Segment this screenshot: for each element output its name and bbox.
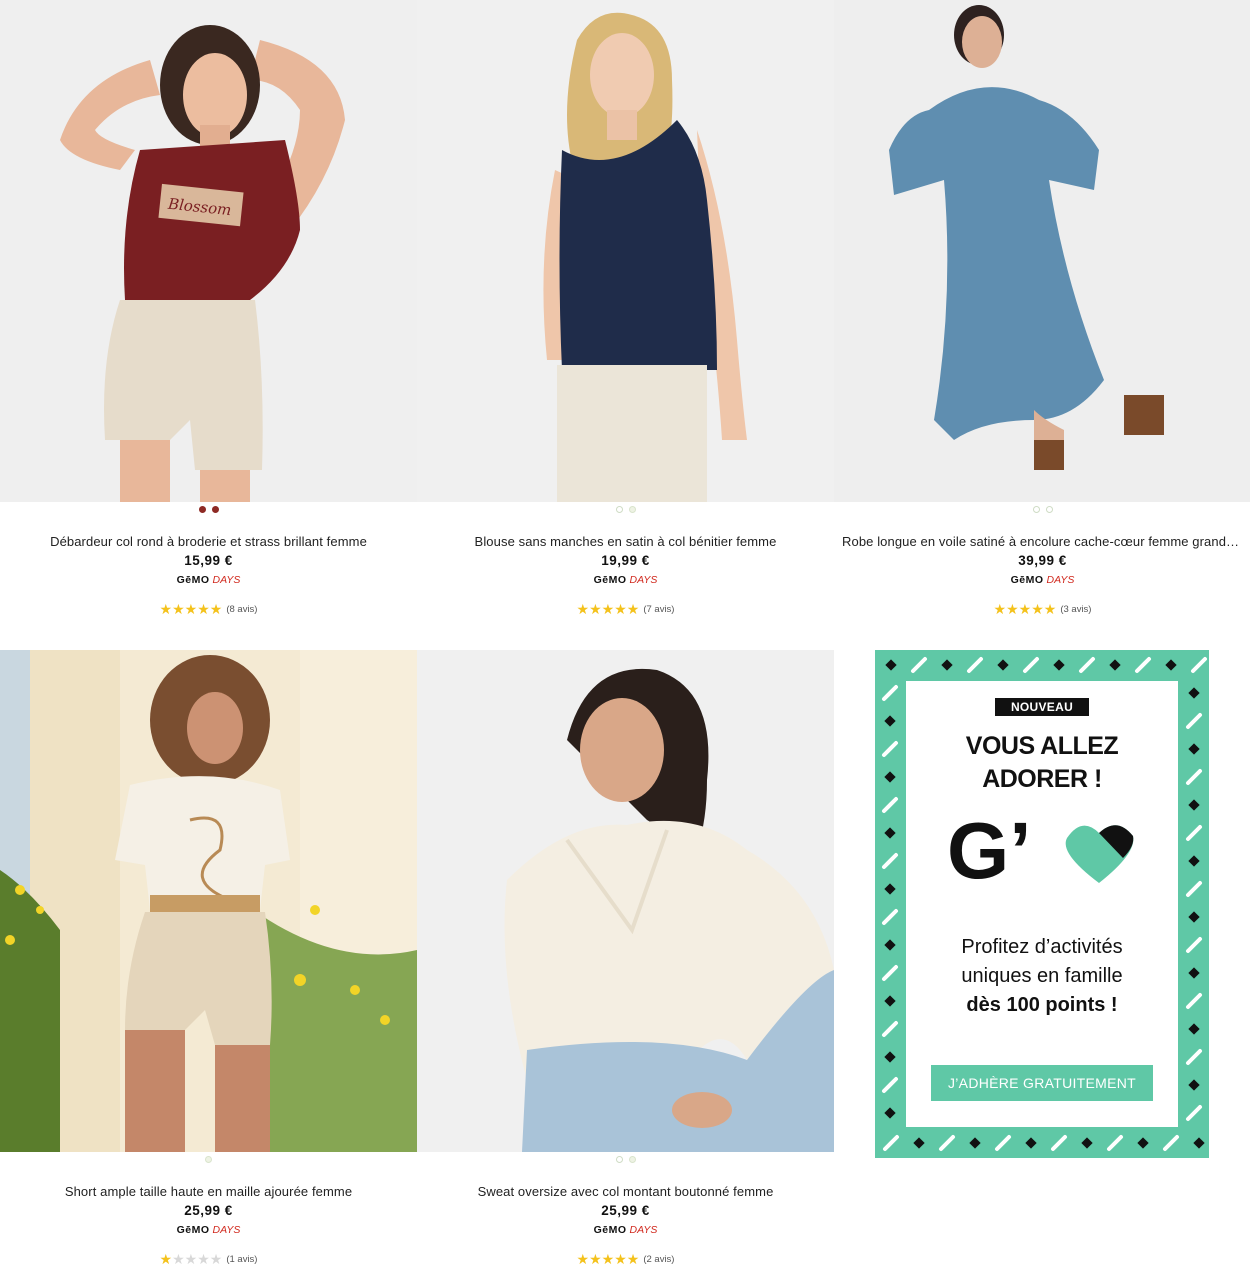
product-price: 15,99 € [184, 553, 233, 568]
star-icon: ★ [172, 1251, 185, 1267]
product-name[interactable]: Sweat oversize avec col montant boutonné… [417, 1184, 834, 1199]
brand-label: GēMO DAYS [417, 574, 834, 586]
join-free-button[interactable]: J’ADHÈRE GRATUITEMENT [931, 1065, 1153, 1101]
star-icon: ★ [614, 1251, 627, 1267]
image-pagination[interactable] [0, 506, 417, 513]
star-icon: ★ [1018, 601, 1032, 617]
product-image[interactable] [417, 650, 834, 1152]
rating[interactable]: ★★★★★ (2 avis) [417, 1252, 834, 1266]
star-icon: ★ [159, 601, 173, 617]
pagination-dot[interactable] [205, 1156, 212, 1163]
pagination-dot[interactable] [1045, 506, 1053, 513]
star-icon: ★ [626, 1251, 640, 1267]
pagination-dot[interactable] [1032, 506, 1040, 513]
brand-tag: DAYS [629, 574, 658, 586]
star-icon: ★ [209, 1251, 223, 1267]
product-image[interactable] [417, 0, 834, 502]
pagination-dot[interactable] [615, 506, 623, 513]
star-icon: ★ [197, 601, 210, 617]
product-image[interactable] [0, 650, 417, 1152]
brand-tag: DAYS [1046, 574, 1075, 586]
review-count[interactable]: (1 avis) [226, 1254, 257, 1265]
star-icon: ★ [614, 601, 627, 617]
product-name[interactable]: Blouse sans manches en satin à col bénit… [417, 534, 834, 549]
promo-text-line: Profitez d’activités [961, 936, 1123, 958]
promo-title: VOUS ALLEZ ADORER ! [875, 730, 1209, 796]
review-count[interactable]: (8 avis) [226, 604, 257, 615]
star-icon: ★ [576, 601, 590, 617]
brand-logo: GēMO [176, 1224, 210, 1236]
pagination-dot[interactable] [211, 506, 219, 513]
review-count[interactable]: (7 avis) [643, 604, 674, 615]
star-icon: ★ [601, 1251, 615, 1267]
image-pagination[interactable] [0, 1156, 417, 1163]
promo-title-line: ADORER ! [982, 765, 1102, 793]
star-icon: ★ [209, 601, 223, 617]
review-count[interactable]: (3 avis) [1060, 604, 1091, 615]
promo-title-line: VOUS ALLEZ [965, 732, 1119, 760]
product-price: 39,99 € [1018, 553, 1067, 568]
image-pagination[interactable] [417, 506, 834, 513]
star-icon: ★ [184, 1251, 198, 1267]
rating[interactable]: ★★★★★ (7 avis) [417, 602, 834, 616]
brand-tag: DAYS [629, 1224, 658, 1236]
star-icon: ★ [159, 1251, 173, 1267]
product-image[interactable] [834, 0, 1250, 502]
image-pagination[interactable] [417, 1156, 834, 1163]
star-icon: ★ [576, 1251, 590, 1267]
promo-text-line: dès 100 points ! [966, 994, 1118, 1016]
product-name[interactable]: Short ample taille haute en maille ajour… [0, 1184, 417, 1199]
promo-text-line: uniques en famille [961, 965, 1123, 987]
brand-label: GēMO DAYS [0, 574, 417, 586]
brand-logo: GēMO [1010, 574, 1044, 586]
brand-tag: DAYS [212, 574, 241, 586]
star-icon: ★ [197, 1251, 210, 1267]
star-icon: ★ [589, 1251, 602, 1267]
logo-g: G’ [947, 808, 1031, 888]
brand-logo: GēMO [593, 1224, 627, 1236]
product-price: 25,99 € [184, 1203, 233, 1218]
new-badge: NOUVEAU [995, 698, 1089, 716]
pagination-dot[interactable] [615, 1156, 623, 1163]
brand-label: GēMO DAYS [417, 1224, 834, 1236]
image-pagination[interactable] [834, 506, 1250, 513]
promo-text: Profitez d’activités uniques en famille … [875, 933, 1209, 1020]
star-icon: ★ [1043, 601, 1057, 617]
star-icon: ★ [589, 601, 602, 617]
pagination-dot[interactable] [628, 1156, 636, 1163]
star-icon: ★ [1006, 601, 1019, 617]
brand-logo: GēMO [593, 574, 627, 586]
product-name[interactable]: Débardeur col rond à broderie et strass … [0, 534, 417, 549]
loyalty-logo: G’ [947, 806, 1137, 895]
brand-logo: GēMO [176, 574, 210, 586]
star-icon: ★ [184, 601, 198, 617]
star-icon: ★ [601, 601, 615, 617]
brand-label: GēMO DAYS [834, 574, 1250, 586]
rating[interactable]: ★★★★★ (8 avis) [0, 602, 417, 616]
star-icon: ★ [1031, 601, 1044, 617]
star-icon: ★ [626, 601, 640, 617]
star-icon: ★ [993, 601, 1007, 617]
loyalty-promo-banner[interactable]: NOUVEAU VOUS ALLEZ ADORER ! G’ Profitez … [875, 650, 1209, 1158]
brand-label: GēMO DAYS [0, 1224, 417, 1236]
rating[interactable]: ★★★★★ (1 avis) [0, 1252, 417, 1266]
pagination-dot[interactable] [628, 506, 636, 513]
pagination-dot[interactable] [198, 506, 206, 513]
product-price: 25,99 € [601, 1203, 650, 1218]
product-name[interactable]: Robe longue en voile satiné à encolure c… [834, 534, 1250, 549]
review-count[interactable]: (2 avis) [643, 1254, 674, 1265]
product-price: 19,99 € [601, 553, 650, 568]
star-icon: ★ [172, 601, 185, 617]
rating[interactable]: ★★★★★ (3 avis) [834, 602, 1250, 616]
brand-tag: DAYS [212, 1224, 241, 1236]
product-image[interactable]: Blossom [0, 0, 417, 502]
